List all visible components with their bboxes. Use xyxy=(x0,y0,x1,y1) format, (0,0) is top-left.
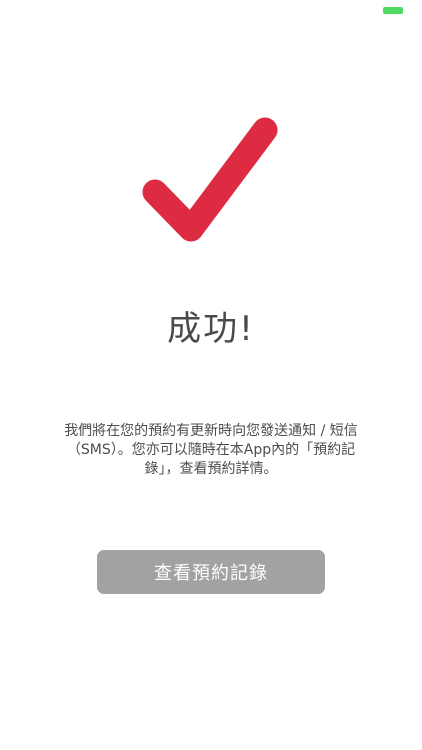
status-bar xyxy=(0,0,422,22)
view-booking-records-button[interactable]: 查看預約記錄 xyxy=(97,550,325,594)
battery-icon xyxy=(383,7,403,14)
success-checkmark xyxy=(135,112,287,254)
success-title: 成功! xyxy=(167,309,255,349)
checkmark-icon xyxy=(142,117,278,242)
success-message: 我們將在您的預約有更新時向您發送通知 / 短信（SMS）。您亦可以隨時在本App… xyxy=(64,423,358,477)
